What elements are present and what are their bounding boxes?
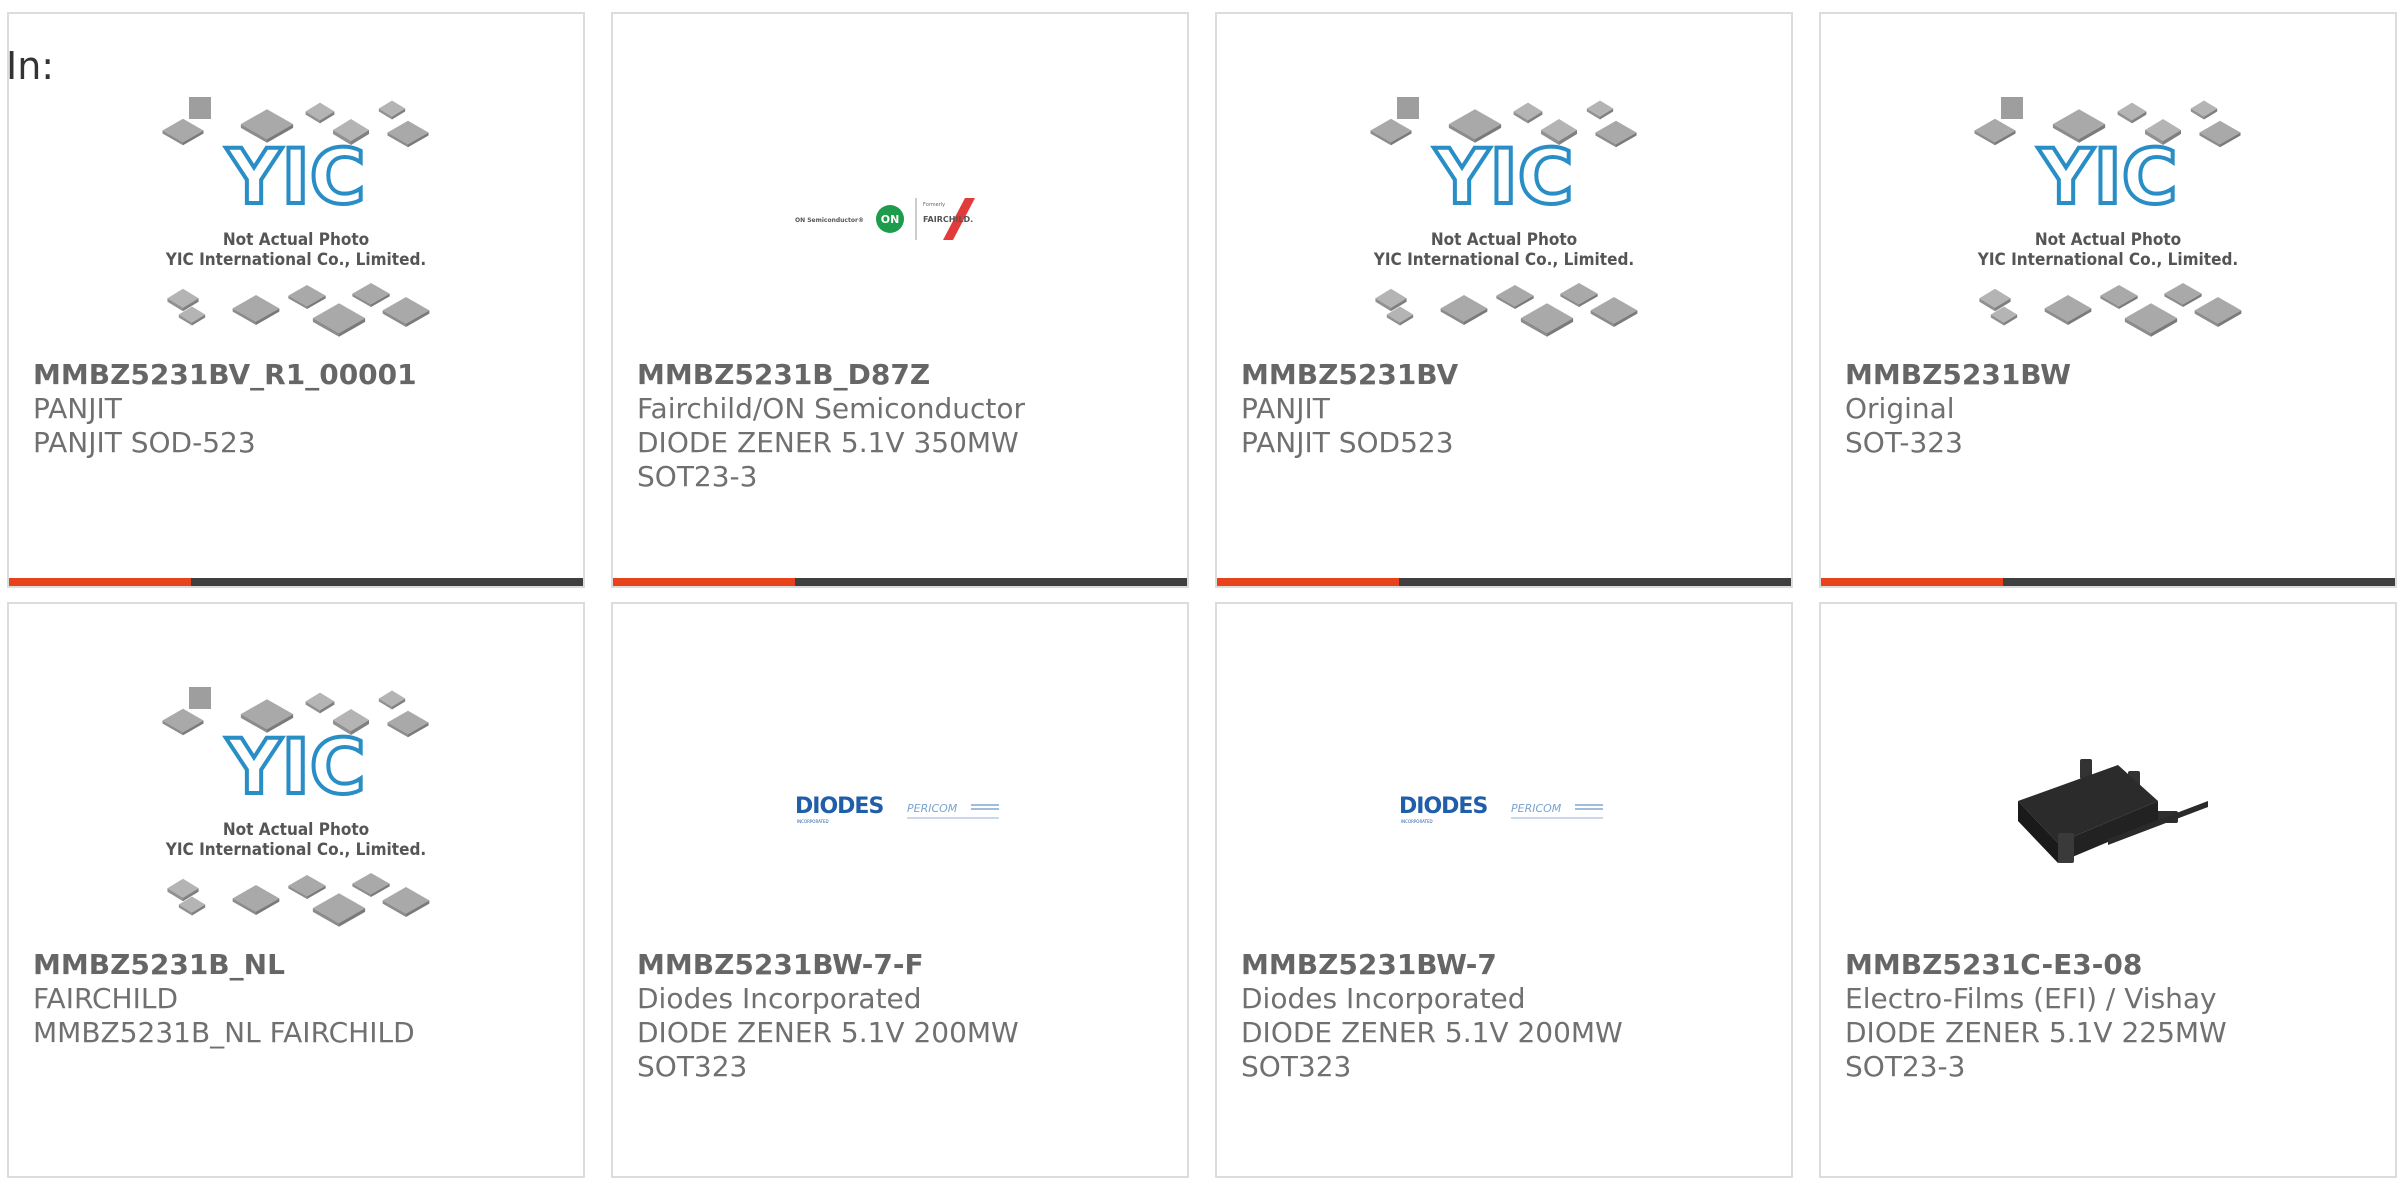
manufacturer: Fairchild/ON Semiconductor [637,392,1026,425]
description: PANJIT SOD523 [1241,426,1454,459]
card-bottom-bar [613,578,1187,586]
part-number[interactable]: MMBZ5231BV [1241,358,1458,391]
manufacturer: PANJIT [33,392,122,425]
svg-text:PERICOM: PERICOM [907,802,958,815]
card-accent [1217,578,1399,586]
svg-text:YIC International Co., Limited: YIC International Co., Limited. [1977,250,2238,270]
part-number[interactable]: MMBZ5231BW-7 [1241,948,1497,981]
product-image: YIC Not Actual Photo YIC International C… [1821,86,2395,356]
description: PANJIT SOD-523 [33,426,256,459]
manufacturer: PANJIT [1241,392,1330,425]
yic-placeholder-image: YIC Not Actual Photo YIC International C… [1974,97,2242,337]
on-fairchild-logo: ON Semiconductor® ON Formerly FAIRCHILD. [795,198,975,240]
product-image: DIODES INCORPORATED PERICOM [1217,676,1791,946]
diodes-pericom-logo: DIODES INCORPORATED PERICOM [795,794,999,824]
description: SOT-323 [1845,426,1963,459]
part-number[interactable]: MMBZ5231BW [1845,358,2071,391]
product-image: YIC Not Actual Photo YIC International C… [9,676,583,946]
sot23-package-photo [2018,759,2208,863]
part-number[interactable]: MMBZ5231B_NL [33,948,285,981]
product-card[interactable]: YIC Not Actual Photo YIC International C… [7,602,585,1178]
manufacturer: Original [1845,392,1955,425]
product-card[interactable]: YIC Not Actual Photo YIC International C… [7,12,585,588]
svg-text:YIC International Co., Limited: YIC International Co., Limited. [165,250,426,270]
card-accent [613,578,795,586]
yic-placeholder-image: YIC Not Actual Photo YIC International C… [1370,97,1638,337]
description-extra: SOT323 [637,1050,748,1083]
description-extra: SOT323 [1241,1050,1352,1083]
manufacturer: Diodes Incorporated [1241,982,1526,1015]
svg-text:PERICOM: PERICOM [1511,802,1562,815]
product-card[interactable]: YIC Not Actual Photo YIC International C… [1819,12,2397,588]
yic-placeholder-image: YIC Not Actual Photo YIC International C… [162,97,430,337]
product-image: ON Semiconductor® ON Formerly FAIRCHILD. [613,86,1187,356]
svg-text:YIC International Co., Limited: YIC International Co., Limited. [1373,250,1634,270]
yic-placeholder-image: YIC Not Actual Photo YIC International C… [162,687,430,927]
svg-text:YIC: YIC [1433,132,1573,221]
description: DIODE ZENER 5.1V 350MW [637,426,1019,459]
card-accent [9,578,191,586]
svg-text:ON Semiconductor®: ON Semiconductor® [795,217,864,224]
manufacturer: Electro-Films (EFI) / Vishay [1845,982,2217,1015]
svg-text:Not Actual Photo: Not Actual Photo [1431,230,1577,250]
card-bottom-bar [1217,578,1791,586]
description-extra: SOT23-3 [1845,1050,1966,1083]
product-image: DIODES INCORPORATED PERICOM [613,676,1187,946]
product-card[interactable]: DIODES INCORPORATED PERICOM MMBZ5231BW-7… [611,602,1189,1178]
part-number[interactable]: MMBZ5231BW-7-F [637,948,924,981]
product-image [1821,676,2395,946]
svg-text:DIODES: DIODES [795,794,883,819]
description-extra: SOT23-3 [637,460,758,493]
product-card[interactable]: MMBZ5231C-E3-08 Electro-Films (EFI) / Vi… [1819,602,2397,1178]
card-accent [1821,578,2003,586]
manufacturer: Diodes Incorporated [637,982,922,1015]
description: DIODE ZENER 5.1V 200MW [637,1016,1019,1049]
description: DIODE ZENER 5.1V 225MW [1845,1016,2227,1049]
svg-text:INCORPORATED: INCORPORATED [1401,819,1433,824]
product-card[interactable]: ON Semiconductor® ON Formerly FAIRCHILD.… [611,12,1189,588]
description: MMBZ5231B_NL FAIRCHILD [33,1016,415,1049]
svg-text:YIC International Co., Limited: YIC International Co., Limited. [165,840,426,860]
svg-text:Not Actual Photo: Not Actual Photo [2035,230,2181,250]
card-bottom-bar [9,578,583,586]
svg-text:DIODES: DIODES [1399,794,1487,819]
svg-text:Not Actual Photo: Not Actual Photo [223,230,369,250]
svg-text:YIC: YIC [225,722,365,811]
svg-text:Formerly: Formerly [923,202,945,208]
description: DIODE ZENER 5.1V 200MW [1241,1016,1623,1049]
product-card[interactable]: YIC Not Actual Photo YIC International C… [1215,12,1793,588]
svg-text:ON: ON [881,213,900,226]
part-number[interactable]: MMBZ5231B_D87Z [637,358,930,391]
svg-text:INCORPORATED: INCORPORATED [797,819,829,824]
card-bottom-bar [1821,578,2395,586]
diodes-pericom-logo: DIODES INCORPORATED PERICOM [1399,794,1603,824]
svg-text:Not Actual Photo: Not Actual Photo [223,820,369,840]
svg-text:YIC: YIC [225,132,365,221]
svg-text:YIC: YIC [2037,132,2177,221]
part-number[interactable]: MMBZ5231BV_R1_00001 [33,358,417,391]
product-card[interactable]: DIODES INCORPORATED PERICOM MMBZ5231BW-7… [1215,602,1793,1178]
part-number[interactable]: MMBZ5231C-E3-08 [1845,948,2142,981]
product-image: YIC Not Actual Photo YIC International C… [9,86,583,356]
product-image: YIC Not Actual Photo YIC International C… [1217,86,1791,356]
svg-text:FAIRCHILD.: FAIRCHILD. [923,215,973,224]
in-label: In: [6,44,55,88]
manufacturer: FAIRCHILD [33,982,179,1015]
